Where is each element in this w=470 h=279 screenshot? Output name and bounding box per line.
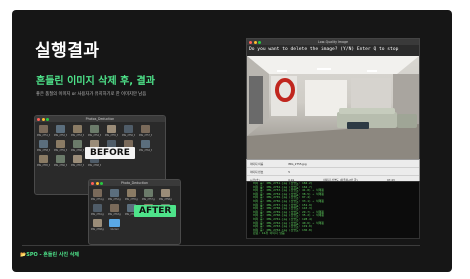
office-photo-illustration xyxy=(247,56,419,159)
window-titlebar[interactable]: Photo_Deduction xyxy=(89,180,180,186)
file-thumbnail[interactable]: IMG_2756_M1 xyxy=(122,125,135,138)
info-row: 이미지 이름 IMG_2755.jpg xyxy=(247,160,419,168)
slide: 실행결과 흔들린 이미지 삭제 후, 결과 좋은 품질의 이미지 or 사용자가… xyxy=(0,0,470,279)
window-titlebar[interactable]: Low-Quality Image xyxy=(247,39,419,45)
image-thumbnail xyxy=(73,155,82,163)
file-thumbnail[interactable]: IMG_2752.jpg xyxy=(108,189,121,202)
file-thumbnail[interactable]: IMG_2758_M1 xyxy=(37,140,50,153)
file-label: IMG_2756_M1 xyxy=(122,134,135,137)
image-thumbnail xyxy=(93,219,102,227)
file-label: blurred xyxy=(110,228,119,231)
file-label: IMG_2761.jpg xyxy=(91,213,104,216)
file-label: IMG_2760_M1 xyxy=(71,149,84,152)
file-thumbnail[interactable]: IMG_2753_M1 xyxy=(71,125,84,138)
file-thumbnail[interactable]: IMG_2751.jpg xyxy=(91,189,104,202)
file-label: IMG_2763.jpg xyxy=(108,213,121,216)
window-title: Photos_Deduction xyxy=(85,116,115,121)
file-label: IMG_2755_M1 xyxy=(105,134,118,137)
image-thumbnail xyxy=(56,125,65,133)
file-thumbnail[interactable]: IMG_2752_M1 xyxy=(54,125,67,138)
window-titlebar[interactable]: Photos_Deduction xyxy=(35,116,165,122)
image-thumbnail xyxy=(39,155,48,163)
image-thumbnail xyxy=(127,189,136,197)
file-label: IMG_2757_M1 xyxy=(139,134,152,137)
image-thumbnail xyxy=(39,140,48,148)
file-label: IMG_2751_M1 xyxy=(37,134,50,137)
image-thumbnail xyxy=(39,125,48,133)
file-thumbnail[interactable]: IMG_2767_M1 xyxy=(71,155,84,168)
file-thumbnail[interactable]: IMG_2759_M1 xyxy=(54,140,67,153)
terminal-output: 처리 중: IMG_2751.jpg (선명도: 184.2) 처리 중: IMG… xyxy=(246,181,420,239)
image-info-panel: 이미지 이름 IMG_2755.jpg 이미지 번호 5 시간(초) 0.01 이미지 선명… xyxy=(246,159,420,184)
file-thumbnail[interactable]: IMG_2757_M1 xyxy=(139,125,152,138)
info-cell: 이미지 이름 xyxy=(250,161,264,166)
file-label: IMG_2753_M1 xyxy=(71,134,84,137)
file-thumbnail[interactable]: IMG_2760_M1 xyxy=(71,140,84,153)
file-thumbnail[interactable]: IMG_2764_M1 xyxy=(139,140,152,153)
image-thumbnail xyxy=(90,125,99,133)
file-thumbnail[interactable]: IMG_2768.jpg xyxy=(91,219,104,232)
file-thumbnail[interactable]: IMG_2758.jpg xyxy=(159,189,172,202)
terminal-line: 완료: 12개 이미지 남음 xyxy=(253,231,285,236)
file-thumbnail[interactable]: IMG_2766_M1 xyxy=(54,155,67,168)
delete-prompt: Do you want to delete the image? (Y/N) E… xyxy=(249,47,399,52)
file-label: IMG_2758_M1 xyxy=(37,149,50,152)
image-thumbnail xyxy=(161,189,170,197)
image-thumbnail xyxy=(56,140,65,148)
file-thumbnail[interactable]: IMG_2754_M1 xyxy=(88,125,101,138)
image-thumbnail xyxy=(73,140,82,148)
file-thumbnail[interactable]: IMG_2761.jpg xyxy=(91,204,104,217)
image-thumbnail xyxy=(56,155,65,163)
file-label: IMG_2767_M1 xyxy=(71,164,84,167)
info-cell: 5 xyxy=(288,169,290,174)
image-thumbnail xyxy=(141,140,150,148)
section-subtitle: 흔들린 이미지 삭제 후, 결과 xyxy=(36,76,155,87)
file-thumbnail[interactable]: IMG_2763.jpg xyxy=(108,204,121,217)
file-label: IMG_2751.jpg xyxy=(91,198,104,201)
info-cell: IMG_2755.jpg xyxy=(288,161,307,166)
window-title: Photo_Deduction xyxy=(120,180,148,185)
info-row: 이미지 번호 5 xyxy=(247,168,419,176)
file-label: IMG_2764_M1 xyxy=(139,149,152,152)
file-label: IMG_2757.jpg xyxy=(142,198,155,201)
image-thumbnail xyxy=(110,204,119,212)
file-thumbnail[interactable]: IMG_2755.jpg xyxy=(125,189,138,202)
file-label: IMG_2752_M1 xyxy=(54,134,67,137)
file-thumbnail[interactable]: IMG_2755_M1 xyxy=(105,125,118,138)
file-thumbnail[interactable]: IMG_2757.jpg xyxy=(142,189,155,202)
description-text: 좋은 품질의 이미지 or 사용자가 유지하기로 한 이미지만 남음 xyxy=(36,92,147,97)
divider xyxy=(22,245,420,246)
window-title: Low-Quality Image xyxy=(318,39,348,44)
after-badge: AFTER xyxy=(134,205,177,217)
before-badge: BEFORE xyxy=(85,147,135,159)
file-label: IMG_2759_M1 xyxy=(54,149,67,152)
slide-canvas: 실행결과 흔들린 이미지 삭제 후, 결과 좋은 품질의 이미지 or 사용자가… xyxy=(12,10,452,272)
office-photo xyxy=(247,56,419,159)
file-label: IMG_2766_M1 xyxy=(54,164,67,167)
image-thumbnail xyxy=(141,125,150,133)
file-label: IMG_2768_M1 xyxy=(88,164,101,167)
image-thumbnail xyxy=(93,204,102,212)
info-cell: 이미지 번호 xyxy=(250,169,264,174)
image-thumbnail xyxy=(110,189,119,197)
image-viewer-window: Low-Quality Image Do you want to delete … xyxy=(246,38,420,160)
image-thumbnail xyxy=(73,125,82,133)
file-label: IMG_2758.jpg xyxy=(159,198,172,201)
folder-icon[interactable]: blurred xyxy=(108,219,121,232)
image-thumbnail xyxy=(144,189,153,197)
folder-glyph xyxy=(109,219,120,227)
page-title: 실행결과 xyxy=(35,41,100,61)
file-label: IMG_2768.jpg xyxy=(91,228,104,231)
file-label: IMG_2755.jpg xyxy=(125,198,138,201)
file-label: IMG_2765_M1 xyxy=(37,164,50,167)
file-label: IMG_2752.jpg xyxy=(108,198,121,201)
footer-caption: 📂SPO - 흔들린 사진 삭제 xyxy=(20,252,79,258)
image-thumbnail xyxy=(107,125,116,133)
file-label: IMG_2754_M1 xyxy=(88,134,101,137)
image-thumbnail xyxy=(124,125,133,133)
file-thumbnail[interactable]: IMG_2751_M1 xyxy=(37,125,50,138)
file-thumbnail[interactable]: IMG_2765_M1 xyxy=(37,155,50,168)
image-thumbnail xyxy=(93,189,102,197)
